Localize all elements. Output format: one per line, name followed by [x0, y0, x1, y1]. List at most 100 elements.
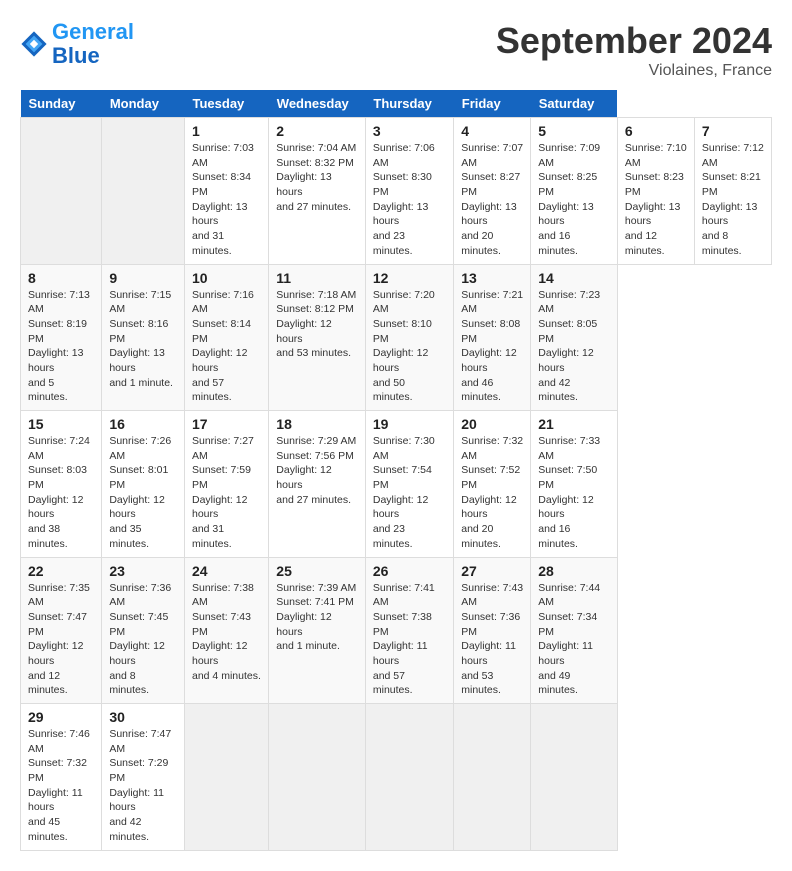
calendar-cell: 27Sunrise: 7:43 AM Sunset: 7:36 PM Dayli…: [454, 557, 531, 704]
calendar-cell: 9Sunrise: 7:15 AM Sunset: 8:16 PM Daylig…: [102, 264, 185, 411]
day-info: Sunrise: 7:12 AM Sunset: 8:21 PM Dayligh…: [702, 141, 764, 259]
day-info: Sunrise: 7:43 AM Sunset: 7:36 PM Dayligh…: [461, 581, 523, 699]
calendar-cell: 18 Sunrise: 7:29 AM Sunset: 7:56 PM Dayli…: [269, 411, 366, 558]
day-info: Sunrise: 7:41 AM Sunset: 7:38 PM Dayligh…: [373, 581, 446, 699]
day-number: 2: [276, 123, 358, 139]
calendar-row: 29 Sunrise: 7:46 AM Sunset: 7:32 PM Dayli…: [21, 704, 772, 851]
day-number: 6: [625, 123, 687, 139]
day-info: Sunrise: 7:29 AM Sunset: 7:56 PM Dayligh…: [276, 434, 358, 507]
calendar-cell: 2 Sunrise: 7:04 AM Sunset: 8:32 PM Daylig…: [269, 118, 366, 265]
calendar-cell: [365, 704, 453, 851]
logo-line2: Blue: [52, 43, 100, 68]
calendar-cell: 3 Sunrise: 7:06 AM Sunset: 8:30 PM Daylig…: [365, 118, 453, 265]
calendar-cell: 23 Sunrise: 7:36 AM Sunset: 7:45 PM Dayli…: [102, 557, 185, 704]
day-info: Sunrise: 7:16 AM Sunset: 8:14 PM Dayligh…: [192, 288, 261, 406]
day-info: Sunrise: 7:38 AM Sunset: 7:43 PM Dayligh…: [192, 581, 261, 684]
day-info: Sunrise: 7:44 AM Sunset: 7:34 PM Dayligh…: [538, 581, 610, 699]
calendar-cell: 22 Sunrise: 7:35 AM Sunset: 7:47 PM Dayli…: [21, 557, 102, 704]
page-header: General Blue September 2024 Violaines, F…: [20, 20, 772, 80]
day-number: 26: [373, 563, 446, 579]
day-info: Sunrise: 7:07 AM Sunset: 8:27 PM Dayligh…: [461, 141, 523, 259]
day-number: 21: [538, 416, 610, 432]
day-number: 22: [28, 563, 94, 579]
calendar-cell: [454, 704, 531, 851]
day-number: 30: [109, 709, 177, 725]
day-number: 12: [373, 270, 446, 286]
day-number: 19: [373, 416, 446, 432]
day-info: Sunrise: 7:04 AM Sunset: 8:32 PM Dayligh…: [276, 141, 358, 214]
day-info: Sunrise: 7:33 AM Sunset: 7:50 PM Dayligh…: [538, 434, 610, 552]
calendar-cell: 11 Sunrise: 7:18 AM Sunset: 8:12 PM Dayli…: [269, 264, 366, 411]
calendar-table: SundayMondayTuesdayWednesdayThursdayFrid…: [20, 90, 772, 851]
weekday-header-cell: Wednesday: [269, 90, 366, 118]
calendar-row: 15Sunrise: 7:24 AM Sunset: 8:03 PM Dayli…: [21, 411, 772, 558]
day-info: Sunrise: 7:06 AM Sunset: 8:30 PM Dayligh…: [373, 141, 446, 259]
day-number: 24: [192, 563, 261, 579]
calendar-cell: 13 Sunrise: 7:21 AM Sunset: 8:08 PM Dayli…: [454, 264, 531, 411]
calendar-cell: 21 Sunrise: 7:33 AM Sunset: 7:50 PM Dayli…: [531, 411, 618, 558]
day-info: Sunrise: 7:27 AM Sunset: 7:59 PM Dayligh…: [192, 434, 261, 552]
calendar-cell: [531, 704, 618, 851]
day-info: Sunrise: 7:35 AM Sunset: 7:47 PM Dayligh…: [28, 581, 94, 699]
calendar-cell: 20 Sunrise: 7:32 AM Sunset: 7:52 PM Dayli…: [454, 411, 531, 558]
logo: General Blue: [20, 20, 134, 68]
day-number: 15: [28, 416, 94, 432]
weekday-header-cell: Friday: [454, 90, 531, 118]
day-info: Sunrise: 7:23 AM Sunset: 8:05 PM Dayligh…: [538, 288, 610, 406]
day-number: 29: [28, 709, 94, 725]
day-info: Sunrise: 7:21 AM Sunset: 8:08 PM Dayligh…: [461, 288, 523, 406]
day-info: Sunrise: 7:09 AM Sunset: 8:25 PM Dayligh…: [538, 141, 610, 259]
calendar-cell: 7 Sunrise: 7:12 AM Sunset: 8:21 PM Daylig…: [694, 118, 771, 265]
calendar-cell: 29 Sunrise: 7:46 AM Sunset: 7:32 PM Dayli…: [21, 704, 102, 851]
day-number: 4: [461, 123, 523, 139]
calendar-cell: [102, 118, 185, 265]
day-info: Sunrise: 7:10 AM Sunset: 8:23 PM Dayligh…: [625, 141, 687, 259]
weekday-header-cell: Sunday: [21, 90, 102, 118]
day-info: Sunrise: 7:03 AM Sunset: 8:34 PM Dayligh…: [192, 141, 261, 259]
calendar-row: 1 Sunrise: 7:03 AM Sunset: 8:34 PM Daylig…: [21, 118, 772, 265]
day-info: Sunrise: 7:18 AM Sunset: 8:12 PM Dayligh…: [276, 288, 358, 361]
day-number: 10: [192, 270, 261, 286]
day-number: 20: [461, 416, 523, 432]
calendar-cell: 1 Sunrise: 7:03 AM Sunset: 8:34 PM Daylig…: [185, 118, 269, 265]
weekday-header-cell: Thursday: [365, 90, 453, 118]
day-info: Sunrise: 7:39 AM Sunset: 7:41 PM Dayligh…: [276, 581, 358, 654]
day-info: Sunrise: 7:36 AM Sunset: 7:45 PM Dayligh…: [109, 581, 177, 699]
day-number: 5: [538, 123, 610, 139]
day-number: 11: [276, 270, 358, 286]
calendar-cell: 8 Sunrise: 7:13 AM Sunset: 8:19 PM Daylig…: [21, 264, 102, 411]
day-number: 8: [28, 270, 94, 286]
day-info: Sunrise: 7:32 AM Sunset: 7:52 PM Dayligh…: [461, 434, 523, 552]
location: Violaines, France: [496, 62, 772, 80]
logo-icon: [20, 30, 48, 58]
day-info: Sunrise: 7:47 AM Sunset: 7:29 PM Dayligh…: [109, 727, 177, 845]
calendar-cell: 25Sunrise: 7:39 AM Sunset: 7:41 PM Dayli…: [269, 557, 366, 704]
day-info: Sunrise: 7:46 AM Sunset: 7:32 PM Dayligh…: [28, 727, 94, 845]
weekday-header-row: SundayMondayTuesdayWednesdayThursdayFrid…: [21, 90, 772, 118]
day-number: 23: [109, 563, 177, 579]
day-info: Sunrise: 7:13 AM Sunset: 8:19 PM Dayligh…: [28, 288, 94, 406]
calendar-cell: 19 Sunrise: 7:30 AM Sunset: 7:54 PM Dayli…: [365, 411, 453, 558]
logo-text: General Blue: [52, 20, 134, 68]
day-info: Sunrise: 7:30 AM Sunset: 7:54 PM Dayligh…: [373, 434, 446, 552]
day-number: 13: [461, 270, 523, 286]
calendar-cell: 28Sunrise: 7:44 AM Sunset: 7:34 PM Dayli…: [531, 557, 618, 704]
calendar-cell: [21, 118, 102, 265]
weekday-header-cell: Monday: [102, 90, 185, 118]
calendar-row: 8 Sunrise: 7:13 AM Sunset: 8:19 PM Daylig…: [21, 264, 772, 411]
day-number: 1: [192, 123, 261, 139]
day-number: 16: [109, 416, 177, 432]
calendar-cell: 14Sunrise: 7:23 AM Sunset: 8:05 PM Dayli…: [531, 264, 618, 411]
calendar-row: 22 Sunrise: 7:35 AM Sunset: 7:47 PM Dayli…: [21, 557, 772, 704]
day-number: 18: [276, 416, 358, 432]
title-block: September 2024 Violaines, France: [496, 20, 772, 80]
weekday-header-cell: Saturday: [531, 90, 618, 118]
calendar-cell: 26 Sunrise: 7:41 AM Sunset: 7:38 PM Dayli…: [365, 557, 453, 704]
day-info: Sunrise: 7:26 AM Sunset: 8:01 PM Dayligh…: [109, 434, 177, 552]
calendar-body: 1 Sunrise: 7:03 AM Sunset: 8:34 PM Daylig…: [21, 118, 772, 851]
day-info: Sunrise: 7:20 AM Sunset: 8:10 PM Dayligh…: [373, 288, 446, 406]
day-number: 17: [192, 416, 261, 432]
day-number: 7: [702, 123, 764, 139]
calendar-cell: 6 Sunrise: 7:10 AM Sunset: 8:23 PM Daylig…: [617, 118, 694, 265]
day-number: 3: [373, 123, 446, 139]
